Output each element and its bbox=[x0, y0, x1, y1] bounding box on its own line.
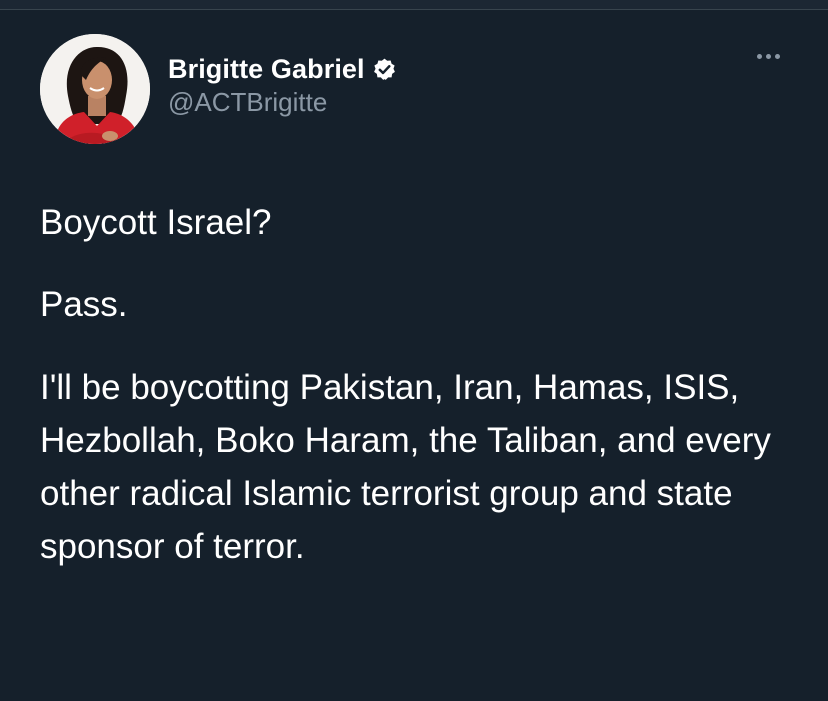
tweet-paragraph: Boycott Israel? bbox=[40, 203, 272, 242]
more-dot bbox=[766, 54, 771, 59]
more-dot bbox=[775, 54, 780, 59]
top-divider bbox=[0, 0, 828, 10]
tweet-paragraph: Pass. bbox=[40, 285, 128, 324]
author-names: Brigitte Gabriel @ACTBrigitte bbox=[168, 53, 397, 118]
name-row: Brigitte Gabriel bbox=[168, 53, 397, 85]
avatar[interactable] bbox=[40, 34, 150, 144]
tweet-header: Brigitte Gabriel @ACTBrigitte bbox=[40, 34, 800, 144]
tweet-text: Boycott Israel? Pass. I'll be boycotting… bbox=[40, 196, 800, 573]
verified-badge-icon bbox=[372, 57, 397, 82]
display-name[interactable]: Brigitte Gabriel bbox=[168, 54, 365, 85]
more-dot bbox=[757, 54, 762, 59]
profile-photo bbox=[40, 34, 150, 144]
tweet-paragraph: I'll be boycotting Pakistan, Iran, Hamas… bbox=[40, 368, 771, 566]
author-handle[interactable]: @ACTBrigitte bbox=[168, 87, 397, 118]
more-options-icon[interactable] bbox=[757, 54, 780, 59]
